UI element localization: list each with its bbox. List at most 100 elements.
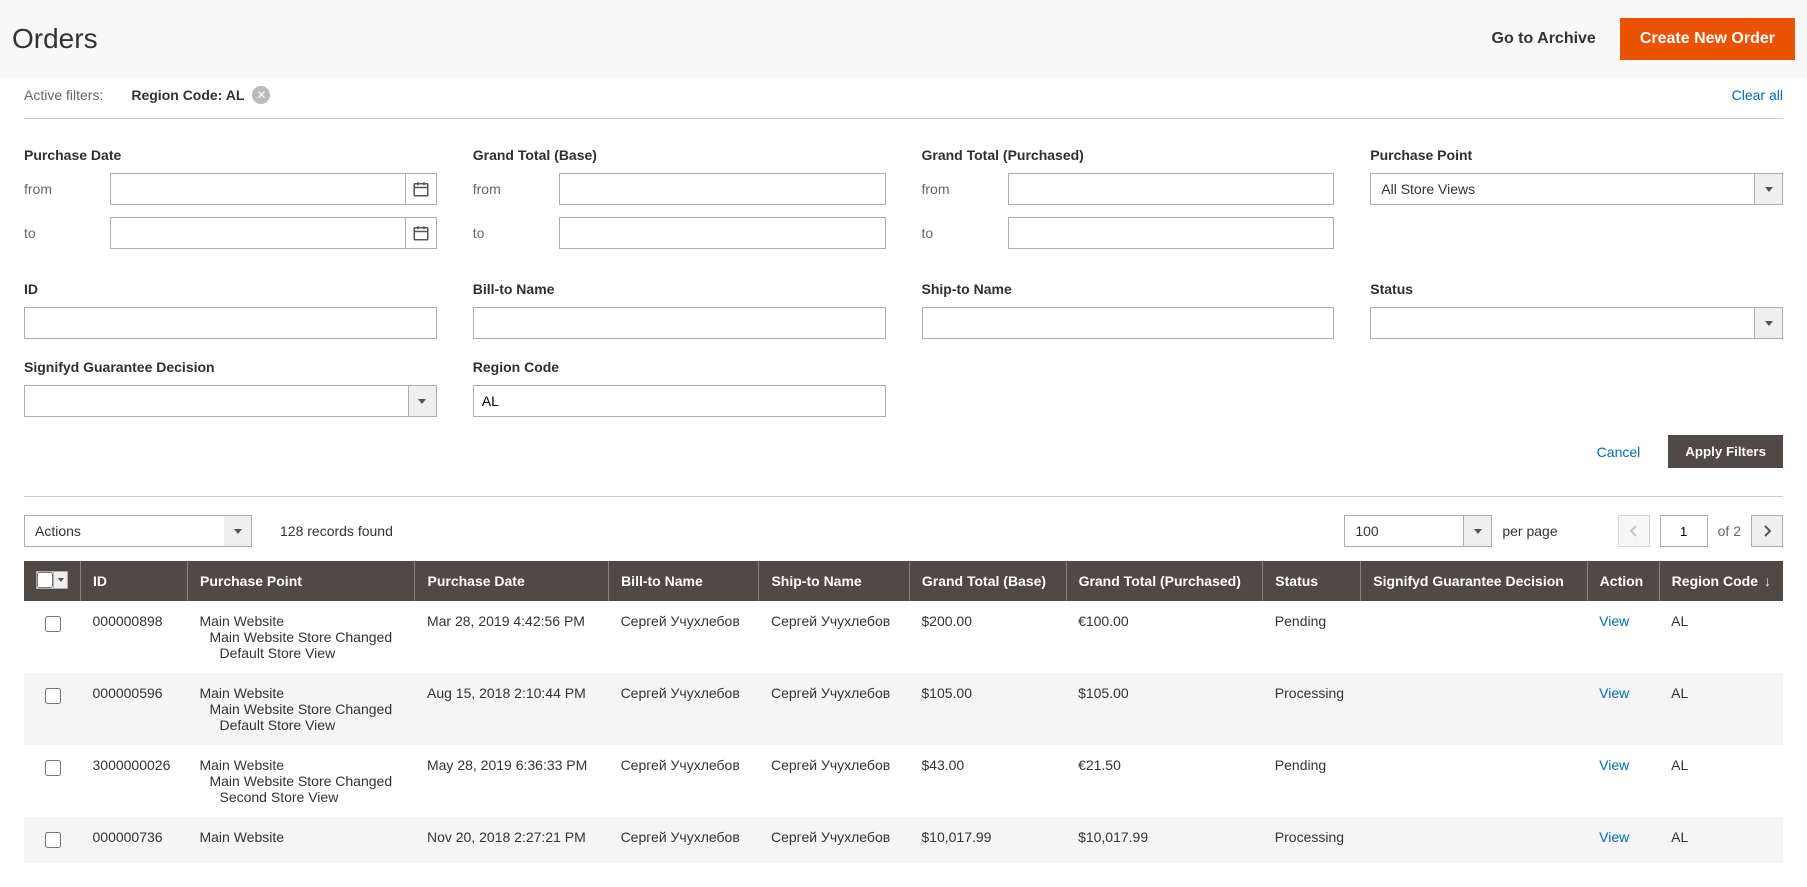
col-id[interactable]: ID <box>81 561 188 601</box>
orders-table: ID Purchase Point Purchase Date Bill-to … <box>24 561 1783 863</box>
select-value <box>1370 307 1755 339</box>
cell-grand-total-purchased: $105.00 <box>1066 673 1263 745</box>
per-page-select[interactable]: 100 <box>1344 515 1492 547</box>
cell-grand-total-base: $200.00 <box>909 601 1066 673</box>
gt-purchased-to-input[interactable] <box>1008 217 1335 249</box>
filter-grand-total-purchased: Grand Total (Purchased) from to <box>922 147 1335 261</box>
cell-purchase-point: Main WebsiteMain Website Store ChangedDe… <box>187 673 415 745</box>
cell-bill-to-name: Сергей Учухлебов <box>609 673 759 745</box>
filter-title: Grand Total (Base) <box>473 147 886 163</box>
cell-purchase-date: Aug 15, 2018 2:10:44 PM <box>415 673 609 745</box>
cell-grand-total-base: $10,017.99 <box>909 817 1066 863</box>
purchase-date-from-input[interactable] <box>110 173 405 205</box>
cell-bill-to-name: Сергей Учухлебов <box>609 745 759 817</box>
select-all-checkbox[interactable] <box>37 572 53 588</box>
row-checkbox[interactable] <box>45 760 61 776</box>
filter-title: Grand Total (Purchased) <box>922 147 1335 163</box>
view-link[interactable]: View <box>1599 757 1629 773</box>
calendar-icon[interactable] <box>405 217 437 249</box>
cell-bill-to-name: Сергей Учухлебов <box>609 817 759 863</box>
table-row[interactable]: 000000898Main WebsiteMain Website Store … <box>24 601 1783 673</box>
chevron-down-icon[interactable] <box>53 572 67 588</box>
col-region-code[interactable]: Region Code ↓ <box>1659 561 1783 601</box>
gt-purchased-from-input[interactable] <box>1008 173 1335 205</box>
row-checkbox[interactable] <box>45 616 61 632</box>
clear-all-link[interactable]: Clear all <box>1732 87 1783 103</box>
chevron-down-icon[interactable] <box>224 515 252 547</box>
col-grand-total-base[interactable]: Grand Total (Base) <box>909 561 1066 601</box>
go-to-archive-link[interactable]: Go to Archive <box>1492 30 1596 48</box>
create-new-order-button[interactable]: Create New Order <box>1620 18 1795 60</box>
from-label: from <box>24 181 110 197</box>
filter-bill-to-name: Bill-to Name <box>473 281 886 339</box>
filter-purchase-date: Purchase Date from to <box>24 147 437 261</box>
chevron-down-icon[interactable] <box>1755 307 1783 339</box>
id-input[interactable] <box>24 307 437 339</box>
prev-page-button[interactable] <box>1618 515 1650 547</box>
records-found-label: 128 records found <box>280 523 393 539</box>
table-row[interactable]: 3000000026Main WebsiteMain Website Store… <box>24 745 1783 817</box>
cell-ship-to-name: Сергей Учухлебов <box>759 673 909 745</box>
cell-signifyd <box>1361 745 1587 817</box>
to-label: to <box>24 225 110 241</box>
bill-to-name-input[interactable] <box>473 307 886 339</box>
filter-title: Region Code <box>473 359 886 375</box>
next-page-button[interactable] <box>1751 515 1783 547</box>
col-bill-to-name[interactable]: Bill-to Name <box>609 561 759 601</box>
cell-region-code: AL <box>1659 817 1783 863</box>
col-purchase-date[interactable]: Purchase Date <box>415 561 609 601</box>
filter-ship-to-name: Ship-to Name <box>922 281 1335 339</box>
gt-base-to-input[interactable] <box>559 217 886 249</box>
cell-action: View <box>1587 601 1659 673</box>
select-value: 100 <box>1344 515 1464 547</box>
signifyd-select[interactable] <box>24 385 437 417</box>
to-label: to <box>473 225 559 241</box>
cell-purchase-date: May 28, 2019 6:36:33 PM <box>415 745 609 817</box>
col-purchase-point[interactable]: Purchase Point <box>187 561 415 601</box>
gt-base-from-input[interactable] <box>559 173 886 205</box>
filter-title: Ship-to Name <box>922 281 1335 297</box>
cell-id: 000000736 <box>81 817 188 863</box>
view-link[interactable]: View <box>1599 685 1629 701</box>
cell-status: Processing <box>1263 817 1361 863</box>
page-number-input[interactable] <box>1660 515 1708 547</box>
chevron-down-icon[interactable] <box>1464 515 1492 547</box>
row-checkbox[interactable] <box>45 832 61 848</box>
table-row[interactable]: 000000596Main WebsiteMain Website Store … <box>24 673 1783 745</box>
select-value: All Store Views <box>1370 173 1755 205</box>
filter-title: ID <box>24 281 437 297</box>
cancel-link[interactable]: Cancel <box>1597 444 1641 460</box>
cell-action: View <box>1587 817 1659 863</box>
col-ship-to-name[interactable]: Ship-to Name <box>759 561 909 601</box>
remove-filter-icon[interactable]: ✕ <box>252 86 270 104</box>
select-value: Actions <box>24 515 224 547</box>
cell-grand-total-base: $43.00 <box>909 745 1066 817</box>
cell-region-code: AL <box>1659 745 1783 817</box>
apply-filters-button[interactable]: Apply Filters <box>1668 435 1783 468</box>
calendar-icon[interactable] <box>405 173 437 205</box>
cell-id: 000000898 <box>81 601 188 673</box>
purchase-date-to-input[interactable] <box>110 217 405 249</box>
chevron-down-icon[interactable] <box>1755 173 1783 205</box>
cell-grand-total-base: $105.00 <box>909 673 1066 745</box>
col-grand-total-purchased[interactable]: Grand Total (Purchased) <box>1066 561 1263 601</box>
cell-purchase-date: Mar 28, 2019 4:42:56 PM <box>415 601 609 673</box>
col-action[interactable]: Action <box>1587 561 1659 601</box>
cell-signifyd <box>1361 601 1587 673</box>
row-checkbox[interactable] <box>45 688 61 704</box>
purchase-point-select[interactable]: All Store Views <box>1370 173 1783 205</box>
region-code-input[interactable] <box>473 385 886 417</box>
status-select[interactable] <box>1370 307 1783 339</box>
view-link[interactable]: View <box>1599 613 1629 629</box>
col-signifyd[interactable]: Signifyd Guarantee Decision <box>1361 561 1587 601</box>
filter-grand-total-base: Grand Total (Base) from to <box>473 147 886 261</box>
actions-select[interactable]: Actions <box>24 515 252 547</box>
ship-to-name-input[interactable] <box>922 307 1335 339</box>
cell-region-code: AL <box>1659 673 1783 745</box>
table-row[interactable]: 000000736Main WebsiteNov 20, 2018 2:27:2… <box>24 817 1783 863</box>
col-status[interactable]: Status <box>1263 561 1361 601</box>
chevron-down-icon[interactable] <box>409 385 437 417</box>
filter-title: Purchase Date <box>24 147 437 163</box>
view-link[interactable]: View <box>1599 829 1629 845</box>
cell-grand-total-purchased: €100.00 <box>1066 601 1263 673</box>
